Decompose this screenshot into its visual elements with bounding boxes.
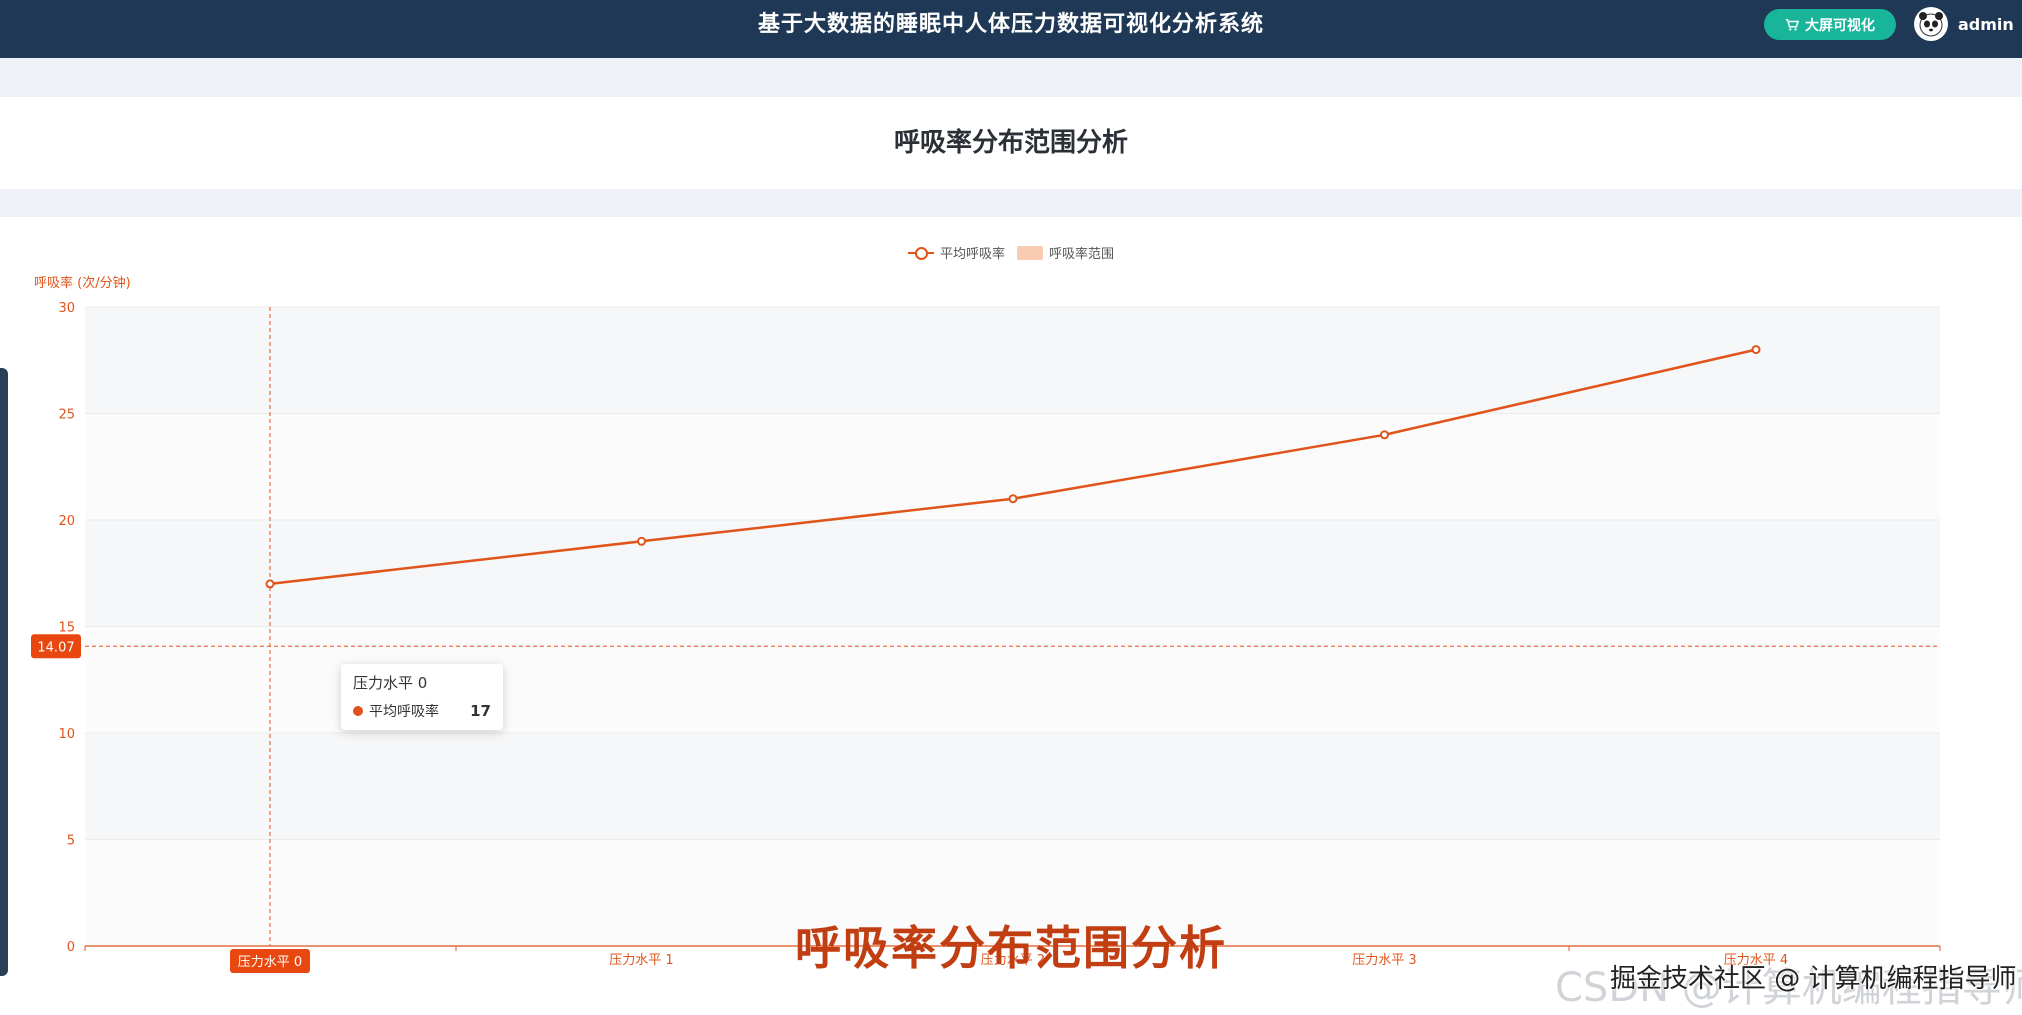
chart-card xyxy=(0,217,2022,1015)
legend-label-average: 平均呼吸率 xyxy=(939,247,1005,262)
title-card: 呼吸率分布范围分析 xyxy=(0,97,2022,189)
chart-legend: 平均呼吸率 呼吸率范围 xyxy=(0,243,2022,262)
cart-icon xyxy=(1785,18,1799,31)
top-navbar: 基于大数据的睡眠中人体压力数据可视化分析系统 大屏可视化 admin ⌄ xyxy=(0,0,2022,58)
sidebar-edge[interactable] xyxy=(0,368,8,976)
user-menu[interactable]: admin ⌄ xyxy=(1914,6,2022,42)
panda-avatar xyxy=(1914,7,1948,41)
area-swatch-icon xyxy=(1017,245,1043,260)
big-screen-button-label: 大屏可视化 xyxy=(1805,17,1875,34)
tooltip-title: 压力水平 0 xyxy=(353,674,428,692)
tooltip-row: 平均呼吸率 17 xyxy=(353,701,491,721)
watermark-front: 掘金技术社区 @ 计算机编程指导师 xyxy=(1610,964,2017,994)
legend-item-range[interactable]: 呼吸率范围 xyxy=(1017,243,1114,262)
legend-label-range: 呼吸率范围 xyxy=(1049,247,1115,262)
big-screen-button[interactable]: 大屏可视化 xyxy=(1764,9,1896,40)
app-title: 基于大数据的睡眠中人体压力数据可视化分析系统 xyxy=(757,12,1264,37)
username: admin xyxy=(1958,14,2014,34)
tooltip-value: 17 xyxy=(470,702,491,720)
legend-item-average[interactable]: 平均呼吸率 xyxy=(907,243,1005,262)
line-marker-icon xyxy=(907,246,934,260)
chart-tooltip: 压力水平 0 平均呼吸率 17 xyxy=(341,664,503,730)
series-dot-icon xyxy=(353,706,363,716)
page-title: 呼吸率分布范围分析 xyxy=(893,128,1128,158)
tooltip-series-name: 平均呼吸率 xyxy=(369,704,439,720)
